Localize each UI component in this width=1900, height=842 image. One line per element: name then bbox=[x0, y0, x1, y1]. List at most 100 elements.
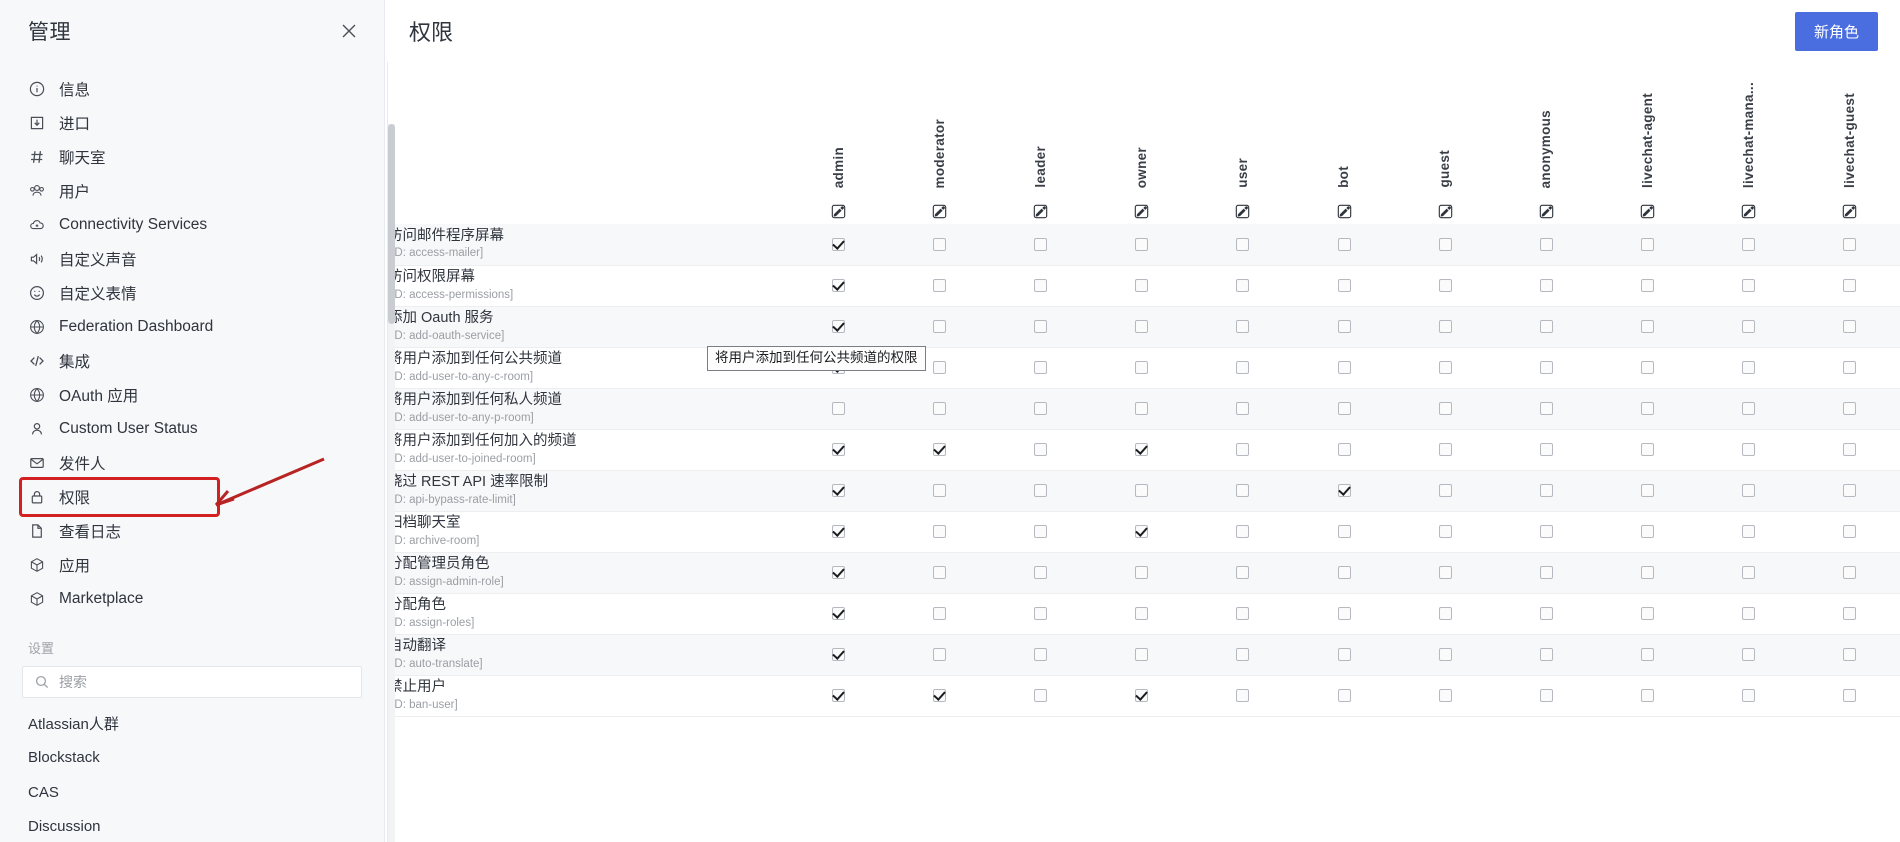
permission-cell[interactable] bbox=[1394, 388, 1496, 430]
edit-role-button[interactable] bbox=[1495, 190, 1597, 224]
permission-cell[interactable] bbox=[1798, 675, 1900, 717]
permission-checkbox[interactable] bbox=[1337, 442, 1351, 456]
permission-checkbox[interactable] bbox=[1135, 278, 1149, 292]
permission-cell[interactable] bbox=[1596, 347, 1698, 389]
permission-cell[interactable] bbox=[1394, 224, 1496, 266]
edit-role-button[interactable] bbox=[1091, 190, 1193, 224]
permission-checkbox[interactable] bbox=[1135, 360, 1149, 374]
permission-checkbox[interactable] bbox=[1741, 319, 1755, 333]
permission-checkbox[interactable] bbox=[1539, 483, 1553, 497]
permission-cell[interactable] bbox=[990, 224, 1092, 266]
permission-checkbox[interactable] bbox=[1539, 606, 1553, 620]
permission-cell[interactable] bbox=[889, 511, 991, 553]
permission-checkbox[interactable] bbox=[933, 688, 947, 702]
permission-checkbox[interactable] bbox=[1843, 606, 1856, 620]
permission-checkbox[interactable] bbox=[1236, 442, 1250, 456]
sidebar-item-custom-sounds[interactable]: 自定义声音 bbox=[0, 242, 384, 276]
permission-cell[interactable] bbox=[788, 388, 890, 430]
permission-cell[interactable] bbox=[1293, 675, 1395, 717]
permission-cell[interactable] bbox=[1798, 347, 1900, 389]
permission-checkbox[interactable] bbox=[1337, 278, 1351, 292]
permission-checkbox[interactable] bbox=[1034, 360, 1048, 374]
permission-checkbox[interactable] bbox=[1640, 483, 1654, 497]
permission-cell[interactable] bbox=[1091, 388, 1193, 430]
permission-cell[interactable] bbox=[1596, 224, 1698, 266]
permission-checkbox[interactable] bbox=[1640, 319, 1654, 333]
permission-checkbox[interactable] bbox=[1438, 565, 1452, 579]
permission-checkbox[interactable] bbox=[933, 278, 947, 292]
edit-pencil-icon[interactable] bbox=[1539, 204, 1554, 219]
permission-cell[interactable] bbox=[990, 470, 1092, 512]
permission-checkbox[interactable] bbox=[1843, 401, 1856, 415]
permission-checkbox[interactable] bbox=[1438, 401, 1452, 415]
permission-checkbox[interactable] bbox=[1640, 278, 1654, 292]
permission-cell[interactable] bbox=[1697, 552, 1799, 594]
permission-checkbox[interactable] bbox=[1337, 483, 1351, 497]
permission-cell[interactable] bbox=[1495, 306, 1597, 348]
permission-checkbox[interactable] bbox=[1741, 360, 1755, 374]
permission-checkbox[interactable] bbox=[1741, 524, 1755, 538]
permission-checkbox[interactable] bbox=[1741, 688, 1755, 702]
sidebar-item-custom-user-status[interactable]: Custom User Status bbox=[0, 412, 384, 446]
permission-cell[interactable] bbox=[889, 470, 991, 512]
permission-cell[interactable] bbox=[1495, 265, 1597, 307]
permission-checkbox[interactable] bbox=[1741, 483, 1755, 497]
permission-cell[interactable] bbox=[1091, 593, 1193, 635]
permission-checkbox[interactable] bbox=[1438, 483, 1452, 497]
setting-item-cas[interactable]: CAS bbox=[0, 775, 384, 810]
permission-checkbox[interactable] bbox=[832, 401, 846, 415]
edit-role-button[interactable] bbox=[788, 190, 890, 224]
permission-cell[interactable] bbox=[1798, 265, 1900, 307]
permission-cell[interactable] bbox=[1091, 224, 1193, 266]
permission-checkbox[interactable] bbox=[832, 483, 846, 497]
permission-checkbox[interactable] bbox=[1135, 483, 1149, 497]
permission-checkbox[interactable] bbox=[1843, 647, 1856, 661]
edit-pencil-icon[interactable] bbox=[932, 204, 947, 219]
setting-item-blockstack[interactable]: Blockstack bbox=[0, 741, 384, 776]
permission-cell[interactable] bbox=[1596, 675, 1698, 717]
permission-cell[interactable] bbox=[1798, 306, 1900, 348]
permission-checkbox[interactable] bbox=[1438, 278, 1452, 292]
sidebar-item-marketplace[interactable]: Marketplace bbox=[0, 582, 384, 616]
permission-cell[interactable] bbox=[1293, 224, 1395, 266]
permission-cell[interactable] bbox=[1495, 593, 1597, 635]
permission-cell[interactable] bbox=[788, 470, 890, 512]
permission-checkbox[interactable] bbox=[1640, 442, 1654, 456]
permission-checkbox[interactable] bbox=[1135, 606, 1149, 620]
setting-item-discussion[interactable]: Discussion bbox=[0, 810, 384, 842]
sidebar-item-oauth-apps[interactable]: OAuth 应用 bbox=[0, 378, 384, 412]
permission-cell[interactable] bbox=[1293, 265, 1395, 307]
permission-checkbox[interactable] bbox=[1034, 442, 1048, 456]
permission-cell[interactable] bbox=[1697, 511, 1799, 553]
permission-cell[interactable] bbox=[1394, 470, 1496, 512]
permission-cell[interactable] bbox=[1192, 552, 1294, 594]
permission-checkbox[interactable] bbox=[1337, 565, 1351, 579]
permission-cell[interactable] bbox=[788, 429, 890, 471]
permission-checkbox[interactable] bbox=[1034, 278, 1048, 292]
permission-cell[interactable] bbox=[889, 224, 991, 266]
permission-checkbox[interactable] bbox=[1236, 647, 1250, 661]
permission-checkbox[interactable] bbox=[1034, 606, 1048, 620]
edit-pencil-icon[interactable] bbox=[1438, 204, 1453, 219]
permission-cell[interactable] bbox=[1798, 429, 1900, 471]
edit-role-button[interactable] bbox=[1192, 190, 1294, 224]
permission-checkbox[interactable] bbox=[1337, 401, 1351, 415]
permission-cell[interactable] bbox=[1091, 511, 1193, 553]
edit-pencil-icon[interactable] bbox=[831, 204, 846, 219]
permission-cell[interactable] bbox=[1798, 224, 1900, 266]
permission-cell[interactable] bbox=[1293, 593, 1395, 635]
permission-cell[interactable] bbox=[990, 388, 1092, 430]
permission-cell[interactable] bbox=[1192, 511, 1294, 553]
permission-checkbox[interactable] bbox=[1337, 524, 1351, 538]
permission-checkbox[interactable] bbox=[1843, 278, 1856, 292]
permission-checkbox[interactable] bbox=[1539, 278, 1553, 292]
permission-cell[interactable] bbox=[990, 593, 1092, 635]
permission-cell[interactable] bbox=[1192, 306, 1294, 348]
permission-checkbox[interactable] bbox=[933, 483, 947, 497]
permission-cell[interactable] bbox=[889, 552, 991, 594]
permission-checkbox[interactable] bbox=[1236, 401, 1250, 415]
permission-cell[interactable] bbox=[1091, 306, 1193, 348]
edit-role-button[interactable] bbox=[990, 190, 1092, 224]
edit-pencil-icon[interactable] bbox=[1741, 204, 1756, 219]
permission-cell[interactable] bbox=[1192, 593, 1294, 635]
